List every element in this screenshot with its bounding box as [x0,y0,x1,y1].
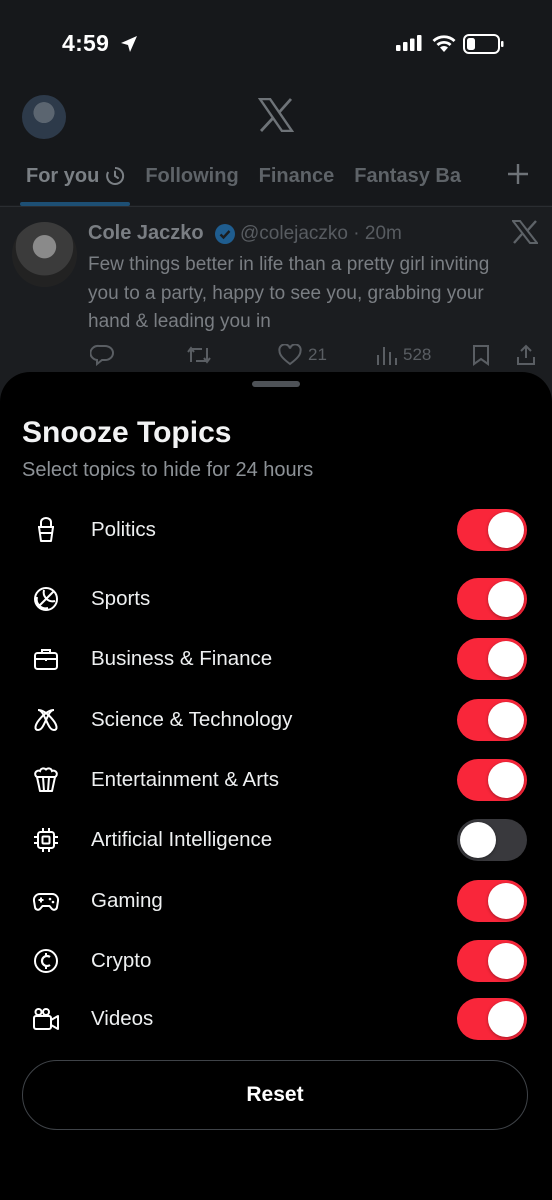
reply-button[interactable] [90,344,120,366]
status-bar: 4:59 [0,0,552,90]
topic-toggle[interactable] [457,759,527,801]
topic-row-videos[interactable]: Videos [0,995,552,1043]
popcorn-icon [34,767,58,792]
share-icon [517,344,535,365]
topic-toggle[interactable] [457,998,527,1040]
repost-button[interactable] [186,344,218,366]
like-button[interactable]: 21 [278,344,327,366]
video-camera-icon [33,1008,59,1030]
topic-label: Politics [91,518,156,541]
reply-icon [90,344,114,366]
like-count: 21 [308,345,327,364]
cup-icon [38,517,54,542]
heart-icon [278,344,302,366]
gamepad-icon [32,892,60,911]
reset-button[interactable]: Reset [22,1060,528,1130]
plus-icon[interactable] [506,162,530,186]
sheet-title: Snooze Topics [22,416,232,449]
cellular-signal-icon [396,35,422,51]
topic-label: Gaming [91,889,163,912]
topic-row-gaming[interactable]: Gaming [0,877,552,925]
tab-following[interactable]: Following [145,158,238,194]
topic-label: Business & Finance [91,647,273,670]
tweet-text: Few things better in life than a pretty … [88,254,490,332]
ball-icon [34,587,58,611]
clock-icon [106,166,125,185]
topic-label: Entertainment & Arts [91,768,280,791]
share-button[interactable] [515,344,543,366]
topic-toggle[interactable] [457,880,527,922]
feed-tabs: For you Following Finance Fantasy Ba [26,158,481,194]
toggle-knob [488,1001,524,1037]
topic-row-business-finance[interactable]: Business & Finance [0,635,552,683]
toggle-knob [488,581,524,617]
battery-icon [463,34,504,54]
topic-toggle[interactable] [457,578,527,620]
tweet-author-name[interactable]: Cole Jaczko [88,222,204,245]
topic-label: Artificial Intelligence [91,828,273,851]
sheet-grabber[interactable] [252,381,300,387]
tab-label: Finance [258,164,335,187]
toggle-knob [488,512,524,548]
topic-toggle[interactable] [457,509,527,551]
tweet-actions: 21 528 [0,344,552,368]
views-count: 528 [403,345,432,364]
wifi-icon [432,35,456,52]
topic-label: Crypto [91,949,152,972]
repost-icon [187,346,211,364]
topic-row-politics[interactable]: Politics [0,506,552,554]
location-arrow-icon [121,36,137,52]
tab-finance[interactable]: Finance [259,158,335,194]
tab-label: For you [26,164,100,187]
x-logo-icon [258,98,294,132]
tab-label: Following [145,164,239,187]
atom-icon [34,709,58,732]
status-time: 4:59 [62,30,110,56]
topic-toggle[interactable] [457,638,527,680]
topic-label: Sports [91,587,151,610]
tab-for-you[interactable]: For you [26,158,125,194]
topic-row-crypto[interactable]: Crypto [0,937,552,985]
bookmark-button[interactable] [471,344,497,366]
toggle-knob [488,762,524,798]
chip-icon [34,828,58,852]
tab-label: Fantasy Ba [354,164,461,187]
sheet-subtitle: Select topics to hide for 24 hours [22,459,314,481]
topic-toggle[interactable] [457,819,527,861]
topic-row-science-technology[interactable]: Science & Technology [0,696,552,744]
topic-row-entertainment-arts[interactable]: Entertainment & Arts [0,756,552,804]
toggle-knob [488,883,524,919]
tweet-avatar[interactable] [12,222,77,287]
toggle-knob [488,943,524,979]
verified-badge-icon [215,224,235,244]
briefcase-icon [34,649,58,670]
topic-toggle[interactable] [457,940,527,982]
grok-x-icon[interactable] [512,220,538,244]
tweet-handle-time: @colejaczko · 20m [240,223,402,244]
topic-row-sports[interactable]: Sports [0,575,552,623]
topic-row-artificial-intelligence[interactable]: Artificial Intelligence [0,816,552,864]
bookmark-icon [473,345,489,366]
topic-label: Videos [91,1007,154,1030]
coin-icon [34,949,58,973]
views-button[interactable]: 528 [375,344,431,366]
tab-fantasy[interactable]: Fantasy Ba [354,158,461,194]
profile-avatar[interactable] [22,95,66,139]
tab-fade-overlay [470,150,510,200]
toggle-knob [488,702,524,738]
toggle-knob [488,641,524,677]
toggle-knob [460,822,496,858]
topic-label: Science & Technology [91,708,293,731]
views-chart-icon [377,347,397,365]
topic-toggle[interactable] [457,699,527,741]
